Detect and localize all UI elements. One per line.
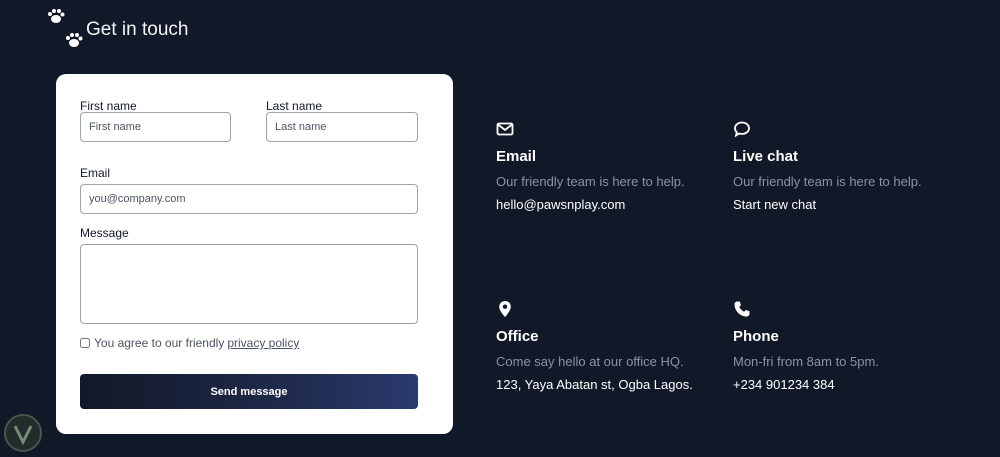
message-label: Message (80, 226, 129, 240)
first-name-label: First name (80, 99, 137, 113)
start-chat-link[interactable]: Start new chat (733, 197, 953, 212)
contact-phone: Phone Mon-fri from 8am to 5pm. +234 9012… (733, 300, 953, 392)
envelope-icon (496, 122, 514, 136)
email-input[interactable] (80, 184, 418, 214)
contact-title: Phone (733, 328, 779, 345)
map-pin-icon (499, 301, 511, 317)
contact-office: Office Come say hello at our office HQ. … (496, 300, 716, 392)
contact-description: Come say hello at our office HQ. (496, 354, 684, 369)
office-address: 123, Yaya Abatan st, Ogba Lagos. (496, 377, 693, 392)
contact-description: Mon-fri from 8am to 5pm. (733, 354, 879, 369)
contact-title: Office (496, 328, 539, 345)
phone-number-link[interactable]: +234 901234 384 (733, 377, 953, 392)
last-name-label: Last name (266, 99, 323, 113)
watermark-badge-icon (4, 414, 42, 452)
contact-title: Email (496, 148, 537, 165)
first-name-input[interactable] (80, 112, 231, 142)
agree-text: You agree to our friendly (94, 336, 225, 350)
contact-description: Our friendly team is here to help. (496, 174, 685, 189)
privacy-policy-link[interactable]: privacy policy (227, 336, 299, 350)
contact-title: Live chat (733, 148, 799, 165)
page-title: Get in touch (86, 19, 189, 40)
privacy-agreement: You agree to our friendly privacy policy (80, 336, 299, 350)
send-message-button[interactable]: Send message (80, 374, 418, 409)
contact-form-card: First name Last name Email Message You a… (56, 74, 453, 434)
email-label: Email (80, 166, 111, 180)
email-address-link[interactable]: hello@pawsnplay.com (496, 197, 716, 212)
header: Get in touch (46, 8, 246, 48)
contact-live-chat: Live chat Our friendly team is here to h… (733, 120, 953, 212)
chat-bubble-icon (734, 121, 750, 138)
phone-icon (734, 301, 750, 317)
privacy-checkbox[interactable] (80, 338, 90, 348)
message-textarea[interactable] (80, 244, 418, 324)
contact-description: Our friendly team is here to help. (733, 174, 922, 189)
paw-prints-icon (48, 9, 83, 47)
last-name-input[interactable] (266, 112, 418, 142)
contact-email: Email Our friendly team is here to help.… (496, 120, 716, 212)
